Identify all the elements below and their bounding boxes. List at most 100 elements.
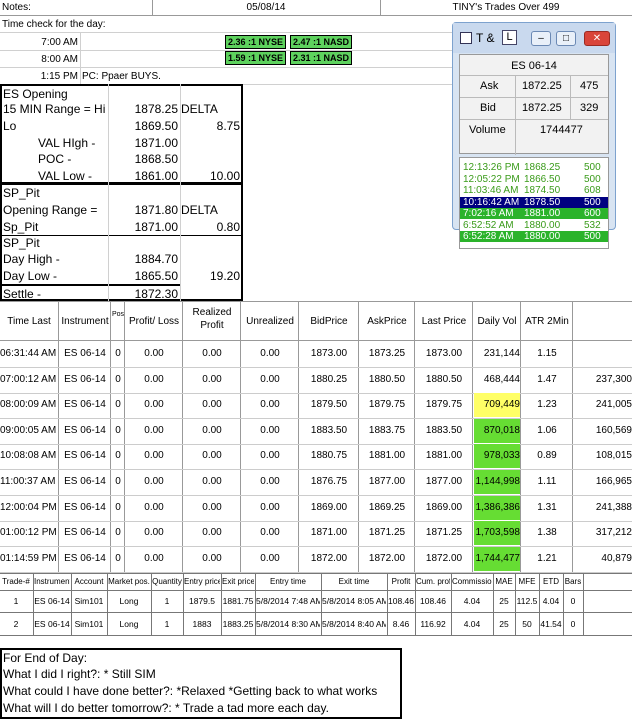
tns-trade-row[interactable]: 6:52:28 AM 1880.00 500 (460, 231, 608, 242)
bars-header[interactable]: Bars (564, 577, 582, 586)
cell-atr: 1.31 (537, 501, 557, 513)
tns-title-bar[interactable]: T & L – □ ✕ (453, 23, 615, 53)
time-and-sales-window[interactable]: T & L – □ ✕ ES 06-14 Ask 1872.25 475 Bid… (452, 22, 616, 249)
profit-header[interactable]: Profit (388, 577, 414, 586)
tns-trade-list[interactable]: 12:13:26 PM 1868.25 500 12:05:22 PM 1866.50 5… (459, 157, 609, 249)
entry-price-header[interactable]: Entry price (184, 577, 220, 586)
market-table-row[interactable]: 12:00:04 PM ES 06-14 0 0.00 0.00 0.00 1869.00 1… (0, 495, 632, 522)
etd-header[interactable]: ETD (540, 577, 562, 586)
market-table-row[interactable]: 10:08:08 AM ES 06-14 0 0.00 0.00 0.00 1880.75 1… (0, 444, 632, 471)
sp-delta: 0.80 (216, 220, 240, 234)
tns-trade-row[interactable]: 11:03:46 AM 1874.50 608 (460, 185, 608, 196)
cell-time: 12:00:04 PM (0, 501, 57, 513)
mae-header[interactable]: MAE (494, 577, 514, 586)
position-header[interactable]: Pos. (112, 308, 124, 334)
tns-trade-time: 10:16:42 AM (463, 196, 520, 208)
ask-price-header[interactable]: AskPrice (360, 315, 414, 328)
close-icon[interactable]: ✕ (584, 31, 610, 46)
tns-trade-price: 1868.25 (524, 162, 561, 173)
maximize-icon[interactable]: □ (556, 31, 576, 46)
cell-bid: 1872.00 (310, 552, 348, 564)
cell-extra: 40,879 (601, 552, 632, 564)
daily-vol-header[interactable]: Daily Vol (474, 315, 520, 328)
bid-price-header[interactable]: BidPrice (300, 315, 358, 328)
trade-row[interactable]: 1 ES 06-14 Sim101 Long 1 1879.5 1881.75 5/8/201… (0, 596, 632, 612)
time-last-header[interactable]: Time Last (0, 315, 58, 328)
cell-atr: 0.89 (537, 450, 557, 462)
exit-time-header[interactable]: Exit time (322, 577, 386, 586)
cell-ask: 1871.25 (368, 527, 406, 539)
entry-time-header[interactable]: Entry time (256, 577, 320, 586)
market-table-row[interactable]: 11:00:37 AM ES 06-14 0 0.00 0.00 0.00 1876.75 1… (0, 470, 632, 496)
exit-price-header[interactable]: Exit price (222, 577, 254, 586)
cell-realized: 0.00 (202, 552, 222, 564)
commission-header[interactable]: Commission (452, 577, 492, 586)
tns-trade-row[interactable]: 6:52:52 AM 1880.00 532 (460, 219, 608, 231)
cell-ask: 1873.25 (368, 348, 406, 359)
cell-inst: ES 06-14 (64, 424, 106, 436)
trade-num-header[interactable]: Trade-# (0, 577, 32, 586)
market-table-row[interactable]: 07:00:12 AM ES 06-14 0 0.00 0.00 0.00 1880.25 1… (0, 368, 632, 394)
trade-row[interactable]: 2 ES 06-14 Sim101 Long 1 1883 1883.25 5/8/2014 … (0, 619, 632, 635)
trade-cell-etd: 4.04 (542, 596, 560, 606)
cell-realized: 0.00 (202, 399, 222, 411)
tns-trade-row[interactable]: 10:16:42 AM 1878.50 500 (460, 196, 608, 208)
instrument-header[interactable]: Instrument (60, 315, 110, 328)
atr-header[interactable]: ATR 2Min (522, 315, 572, 328)
market-table-row[interactable]: 08:00:09 AM ES 06-14 0 0.00 0.00 0.00 1879.50 1… (0, 393, 632, 420)
delta-label: DELTA (181, 203, 218, 217)
cell-bid: 1876.75 (310, 476, 348, 487)
account-header[interactable]: Account (72, 577, 106, 586)
trade-cell-market-pos: Long (119, 619, 139, 629)
cell-ask: 1881.00 (368, 450, 406, 462)
trade-cell-entry-price: 1883 (192, 619, 212, 629)
market-table-row[interactable]: 01:00:12 PM ES 06-14 0 0.00 0.00 0.00 1871.00 1… (0, 521, 632, 548)
link-button[interactable]: L (502, 30, 517, 45)
market-pos-header[interactable]: Market pos. (108, 577, 150, 586)
market-table-row[interactable]: 09:00:05 AM ES 06-14 0 0.00 0.00 0.00 1883.50 1… (0, 418, 632, 445)
tns-trade-row[interactable]: 12:13:26 PM 1868.25 500 (460, 162, 608, 173)
profit-loss-header[interactable]: Profit/ Loss (126, 315, 182, 328)
cell-bid: 1871.00 (310, 527, 348, 539)
cum-profit-header[interactable]: Cum. profit (416, 577, 450, 586)
trade-cell-trade-num: 2 (13, 619, 19, 629)
trade-cell-exit-price: 1883.25 (222, 619, 254, 629)
market-table-row[interactable]: 01:14:59 PM ES 06-14 0 0.00 0.00 0.00 1872.00 1… (0, 546, 632, 573)
cell-bid: 1883.50 (310, 424, 348, 436)
tns-trade-row[interactable]: 7:02:16 AM 1881.00 600 (460, 208, 608, 219)
instrument-header[interactable]: Instrument (34, 577, 70, 586)
cell-vol: 709,449 (483, 399, 520, 411)
last-price-header[interactable]: Last Price (416, 315, 472, 328)
quantity-header[interactable]: Quantity (152, 577, 182, 586)
cell-unreal: 0.00 (260, 552, 280, 564)
mfe-header[interactable]: MFE (516, 577, 538, 586)
time-check-time: 1:15 PM (40, 71, 78, 82)
realized-profit-header[interactable]: Realized Profit (184, 306, 240, 332)
cell-extra: 108,015 (595, 450, 632, 462)
market-table-row[interactable]: 06:31:44 AM ES 06-14 0 0.00 0.00 0.00 1873.00 1… (0, 342, 632, 368)
cell-inst: ES 06-14 (64, 527, 106, 539)
cell-unreal: 0.00 (260, 399, 280, 411)
cell-vol: 1,386,386 (475, 501, 521, 513)
tns-trade-price: 1880.00 (524, 231, 561, 242)
unrealized-header[interactable]: Unrealized (242, 315, 298, 328)
day-high-label: Day High - (3, 252, 60, 266)
day-delta: 19.20 (209, 269, 240, 283)
trade-cell-etd: 41.54 (540, 619, 562, 629)
minimize-icon[interactable]: – (531, 31, 551, 46)
day-low: 1865.50 (134, 269, 178, 283)
trade-cell-exit-time: 5/8/2014 8:05 AM (322, 596, 386, 606)
trade-cell-mae: 25 (499, 619, 509, 629)
tns-trade-size: 500 (584, 196, 601, 208)
volume-label: Volume (469, 124, 506, 136)
t-label: T (476, 31, 484, 45)
cell-bid: 1880.75 (310, 450, 348, 462)
cell-unreal: 0.00 (260, 501, 280, 513)
cell-realized: 0.00 (202, 373, 222, 385)
cell-last: 1871.25 (425, 527, 463, 539)
cell-last: 1872.00 (425, 552, 463, 564)
cell-bid: 1880.25 (310, 373, 348, 385)
tns-trade-time: 12:05:22 PM (463, 173, 520, 185)
tns-trade-row[interactable]: 12:05:22 PM 1866.50 500 (460, 173, 608, 185)
val-low-label: VAL Low - (38, 169, 93, 183)
